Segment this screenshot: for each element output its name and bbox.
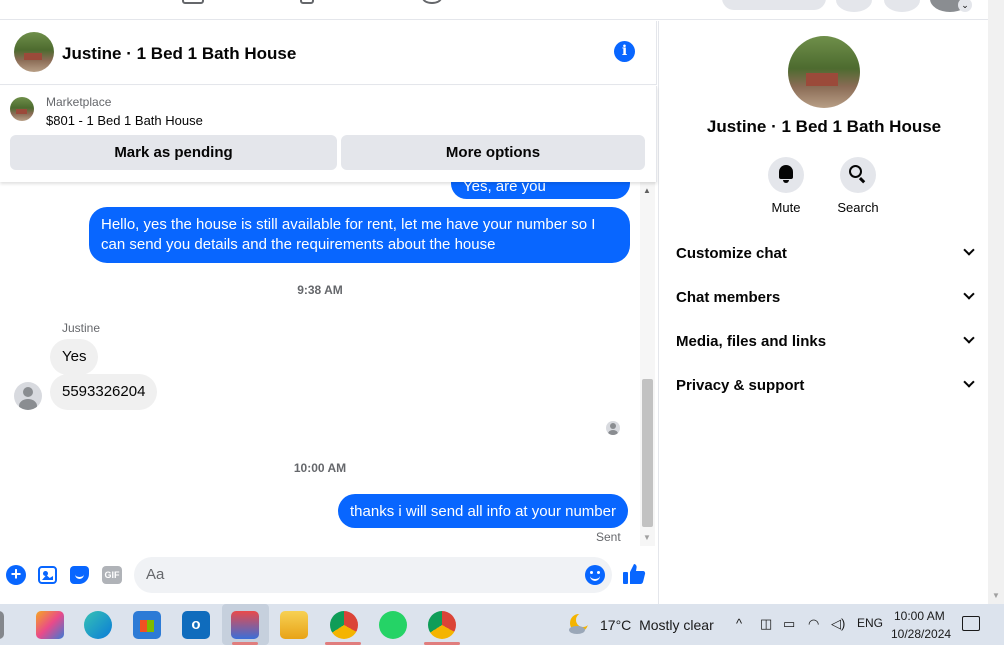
customize-chat-section[interactable]: Customize chat xyxy=(667,232,981,276)
scroll-down-arrow-icon[interactable]: ▼ xyxy=(992,591,1000,600)
snipping-tool-icon[interactable] xyxy=(231,611,259,639)
mute-button[interactable]: Mute xyxy=(754,157,818,215)
more-options-button[interactable]: More options xyxy=(341,135,645,170)
marketplace-nav-icon[interactable] xyxy=(182,0,204,4)
page-scrollbar[interactable]: ▼ xyxy=(988,0,1004,604)
photo-icon[interactable] xyxy=(38,566,57,584)
meet-now-icon[interactable]: ◫ xyxy=(760,616,772,632)
find-friends-button[interactable] xyxy=(722,0,826,10)
chat-header: Justine · 1 Bed 1 Bath House i xyxy=(0,21,657,85)
sender-name: Justine xyxy=(62,321,101,335)
weather-condition: Mostly clear xyxy=(639,617,714,633)
conversation-title[interactable]: Justine · 1 Bed 1 Bath House xyxy=(62,44,296,64)
message-composer: + GIF Aa xyxy=(0,548,657,604)
battery-icon[interactable]: ▭ xyxy=(783,616,795,632)
account-avatar[interactable]: ⌄ xyxy=(930,0,972,12)
chevron-down-icon xyxy=(963,376,975,388)
mute-circle[interactable] xyxy=(768,157,804,193)
scroll-up-arrow-icon[interactable]: ▲ xyxy=(643,186,651,195)
notification-icon[interactable] xyxy=(962,616,980,631)
read-receipt-avatar xyxy=(606,421,620,435)
message-input[interactable]: Aa xyxy=(134,557,612,593)
message-status: Sent xyxy=(596,530,621,544)
info-icon[interactable]: i xyxy=(614,41,635,62)
volume-icon[interactable]: ◁) xyxy=(831,616,845,632)
temperature: 17°C xyxy=(600,617,632,633)
thumbs-up-icon[interactable] xyxy=(622,562,646,586)
message-timestamp: 9:38 AM xyxy=(297,283,343,297)
marketplace-label: Marketplace xyxy=(46,95,112,109)
whatsapp-icon[interactable] xyxy=(379,611,407,639)
search-button[interactable]: Search xyxy=(826,157,890,215)
emoji-icon[interactable] xyxy=(585,565,605,585)
message-thread: Yes, are you interested? Hello, yes the … xyxy=(0,182,640,546)
scroll-down-arrow-icon[interactable]: ▼ xyxy=(643,533,651,542)
incoming-message[interactable]: Yes xyxy=(50,339,99,375)
section-label: Chat members xyxy=(676,289,781,306)
message-scrollbar[interactable]: ▲ ▼ xyxy=(640,182,655,546)
chevron-down-icon xyxy=(963,288,975,300)
contact-avatar[interactable] xyxy=(14,382,42,410)
chevron-up-icon[interactable]: ^ xyxy=(736,616,742,631)
marketplace-listing-card: Marketplace $801 - 1 Bed 1 Bath House Ma… xyxy=(0,86,657,182)
search-icon xyxy=(849,165,862,178)
chrome-profile-icon[interactable] xyxy=(428,611,456,639)
sticker-icon[interactable] xyxy=(70,566,89,584)
wifi-icon[interactable]: ◠ xyxy=(808,616,819,632)
conversation-details-panel: Justine · 1 Bed 1 Bath House Mute Search… xyxy=(658,21,988,604)
details-title: Justine · 1 Bed 1 Bath House xyxy=(706,117,942,136)
chevron-down-icon xyxy=(963,244,975,256)
store-icon[interactable] xyxy=(133,611,161,639)
search-label: Search xyxy=(837,200,879,215)
mute-label: Mute xyxy=(771,200,801,215)
clock-date[interactable]: 10/28/2024 xyxy=(891,627,951,641)
message-input-placeholder: Aa xyxy=(146,566,165,583)
weather-widget[interactable]: 17°C Mostly clear xyxy=(600,617,714,633)
messenger-icon[interactable] xyxy=(884,0,920,12)
section-label: Media, files and links xyxy=(676,333,827,350)
gaming-nav-icon[interactable] xyxy=(422,0,442,4)
scroll-thumb[interactable] xyxy=(642,379,653,527)
bell-icon xyxy=(779,165,793,183)
media-files-links-section[interactable]: Media, files and links xyxy=(667,320,981,364)
conversation-avatar[interactable] xyxy=(14,32,54,72)
incoming-message[interactable]: 5593326204 xyxy=(50,374,158,410)
start-icon[interactable] xyxy=(0,611,4,639)
chevron-down-icon: ⌄ xyxy=(958,0,972,12)
message-timestamp: 10:00 AM xyxy=(293,461,347,475)
screen: ⌄ Justine · 1 Bed 1 Bath House i Marketp… xyxy=(0,0,1004,645)
chat-members-section[interactable]: Chat members xyxy=(667,276,981,320)
plus-icon[interactable]: + xyxy=(6,565,26,585)
section-label: Privacy & support xyxy=(676,377,805,394)
windows-taskbar: o 17°C Mostly clear ^ ◫ ▭ ◠ ◁) ENG 10:00… xyxy=(0,604,1004,645)
chevron-down-icon xyxy=(963,332,975,344)
groups-nav-icon[interactable] xyxy=(300,0,314,4)
outgoing-message[interactable]: thanks i will send all info at your numb… xyxy=(338,494,628,528)
profile-picture[interactable] xyxy=(788,36,860,108)
gif-icon[interactable]: GIF xyxy=(102,566,122,584)
top-navigation-bar: ⌄ xyxy=(0,0,988,20)
copilot-icon[interactable] xyxy=(36,611,64,639)
privacy-support-section[interactable]: Privacy & support xyxy=(667,364,981,408)
listing-thumbnail[interactable] xyxy=(10,97,34,121)
edge-icon[interactable] xyxy=(84,611,112,639)
section-label: Customize chat xyxy=(676,245,787,262)
clock-time[interactable]: 10:00 AM xyxy=(894,609,945,623)
language-indicator[interactable]: ENG xyxy=(857,616,883,630)
outgoing-message[interactable]: Yes, are you interested? xyxy=(451,182,630,216)
mark-as-pending-button[interactable]: Mark as pending xyxy=(10,135,337,170)
menu-grid-icon[interactable] xyxy=(836,0,872,12)
moon-cloud-weather-icon[interactable] xyxy=(567,612,591,636)
search-circle[interactable] xyxy=(840,157,876,193)
chrome-icon[interactable] xyxy=(330,611,358,639)
outgoing-message[interactable]: Hello, yes the house is still available … xyxy=(89,207,630,263)
outlook-icon[interactable]: o xyxy=(182,611,210,639)
file-explorer-icon[interactable] xyxy=(280,611,308,639)
listing-title[interactable]: $801 - 1 Bed 1 Bath House xyxy=(46,113,203,128)
